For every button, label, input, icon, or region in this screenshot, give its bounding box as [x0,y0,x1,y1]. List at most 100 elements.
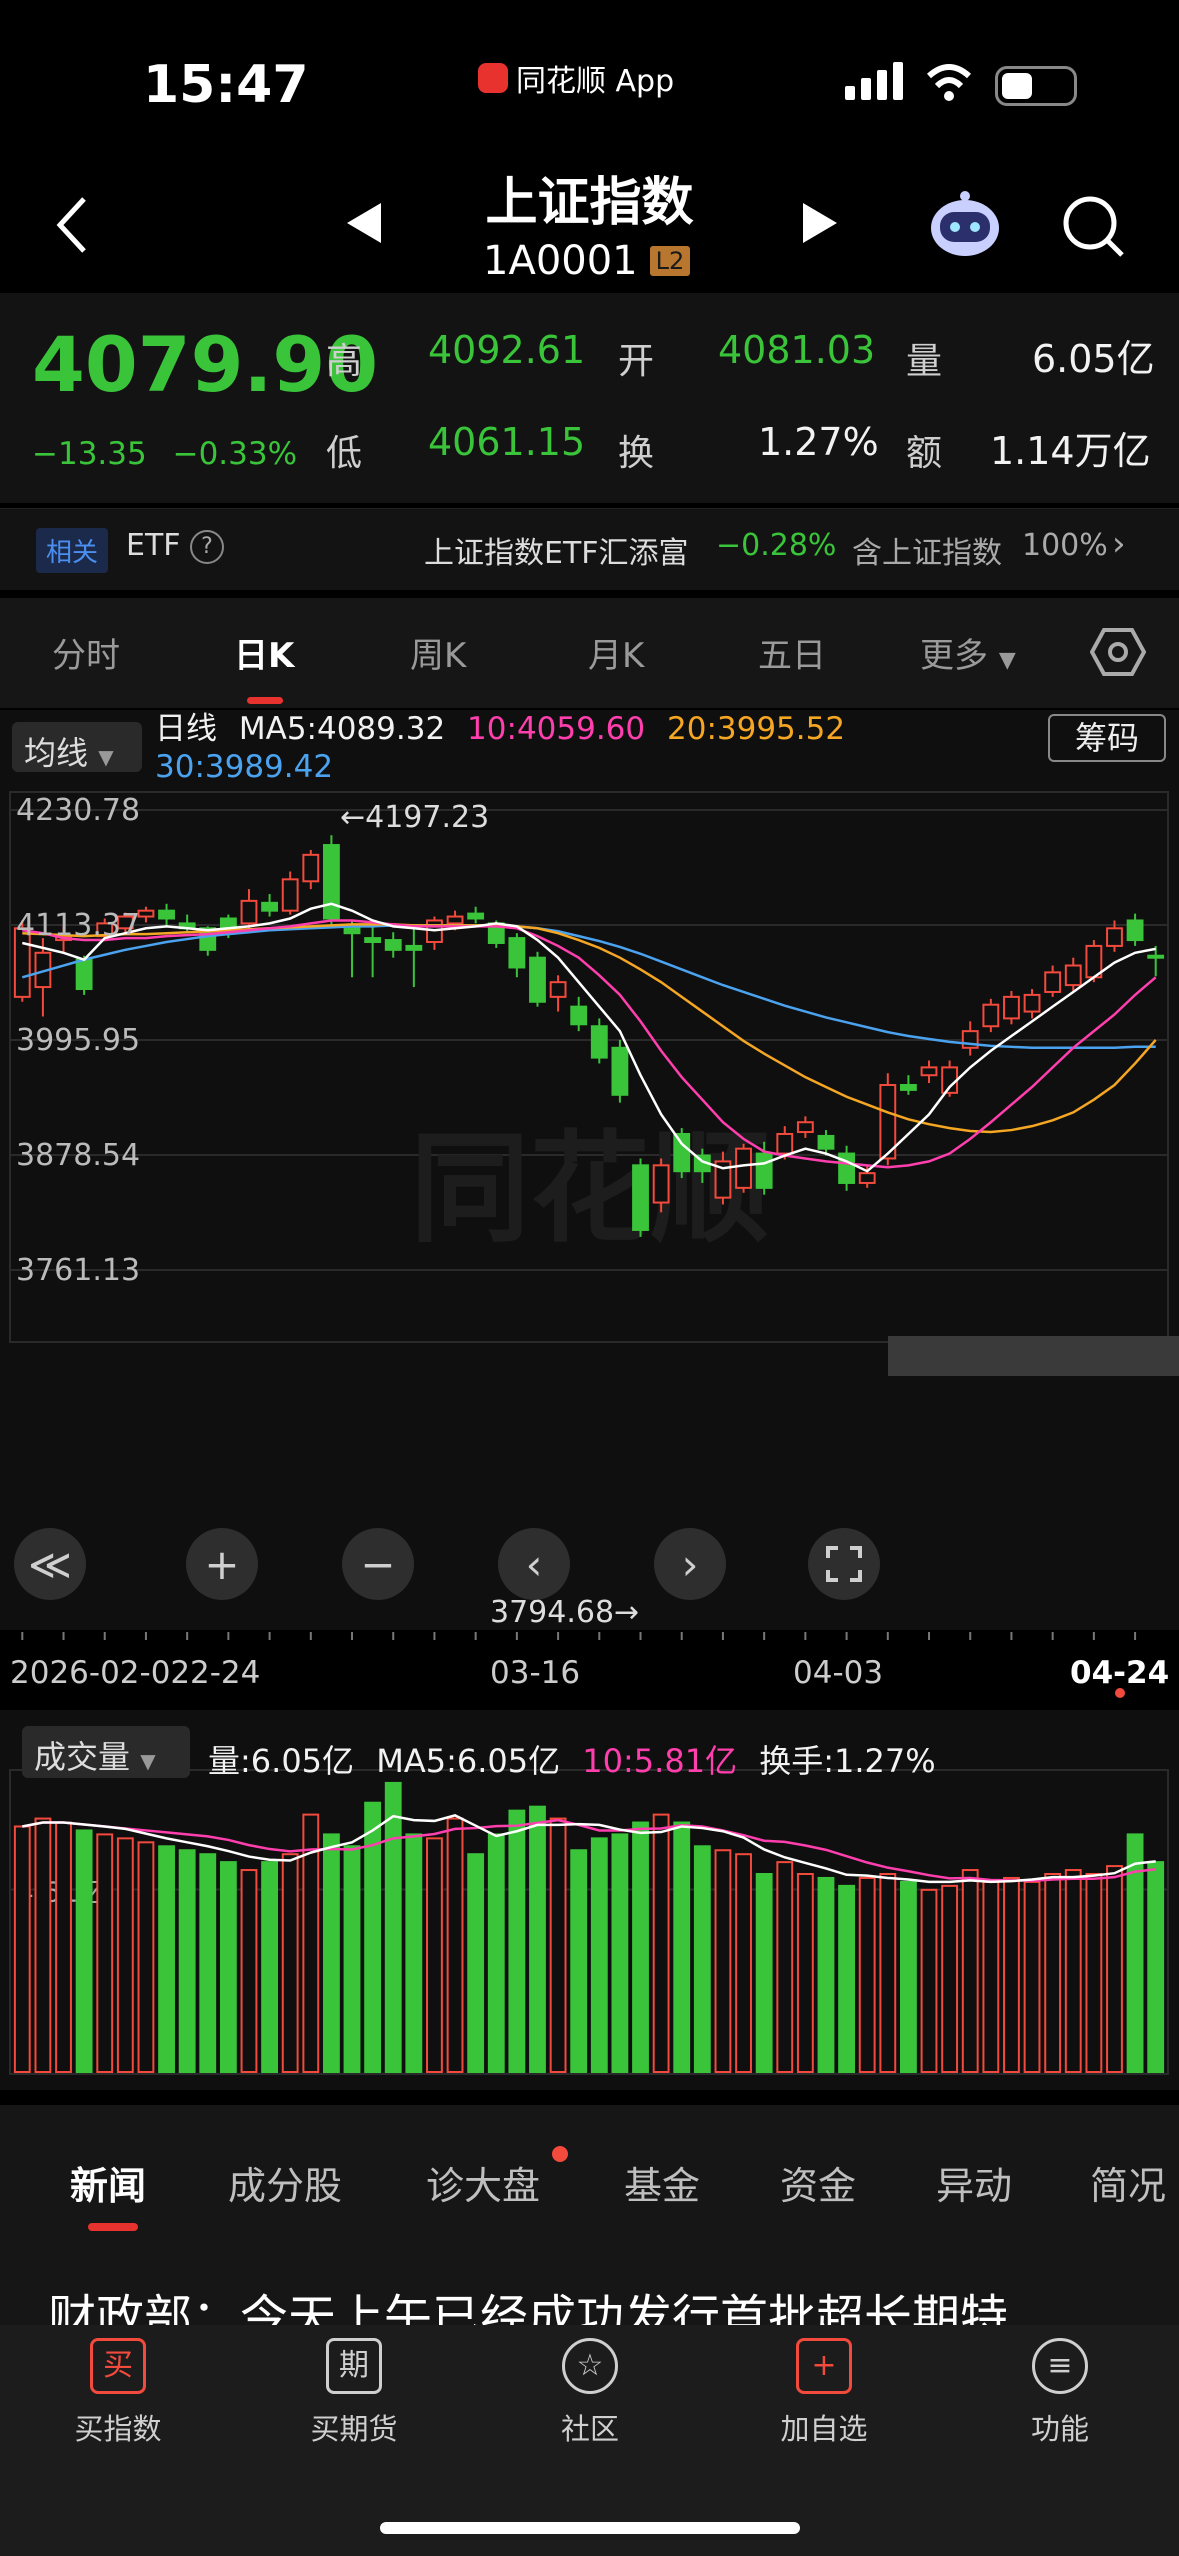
change-value: −13.35 [32,436,147,472]
tab-more[interactable]: 更多 ▼ [920,628,1016,677]
settings-hexagon-icon[interactable] [1090,627,1146,677]
volume-bar [1064,1869,1082,2074]
news-headline[interactable]: 财政部：今天上午已经成功发行首批超长期特 [48,2278,1179,2326]
volume-bar [611,1833,629,2074]
rewind-icon[interactable]: ≪ [14,1528,86,1600]
volume-bar [817,1876,835,2073]
volume-selector-label: 成交量 [34,1738,131,1776]
next-index-icon[interactable] [803,203,837,243]
volume-turnover: 换手:1.27% [759,1742,936,1780]
volume-bar [673,1821,691,2074]
volume-bar [838,1884,856,2073]
volume-bar [137,1841,155,2073]
candle-body [158,909,175,920]
nav-label: 买期货 [310,2412,398,2446]
y-axis-label: 3878.54 [16,1138,140,1173]
candle-body [632,1164,649,1231]
tab-weekly-k[interactable]: 周K [410,628,466,677]
tab-more-label: 更多 [920,636,988,676]
next-candle-icon[interactable]: › [654,1528,726,1600]
app-icon [478,63,508,93]
tab-daily-k[interactable]: 日K [234,628,294,677]
volume-bar [487,1833,505,2074]
app-badge[interactable]: 同花顺 App [478,56,674,100]
robot-assistant-icon[interactable] [928,190,1003,260]
volume-bar [776,1861,794,2073]
zoom-out-icon[interactable]: − [342,1528,414,1600]
low-label: 低 [326,433,363,474]
candle-body [281,878,299,912]
news-tab-diagnosis[interactable]: 诊大盘 [426,2155,540,2210]
candle-body [1064,964,1082,987]
volume-bar [446,1817,464,2074]
fullscreen-icon[interactable] [808,1528,880,1600]
candle-body [322,844,340,920]
low-value: 4061.15 [428,420,586,464]
volume-bar [693,1845,711,2074]
news-tab-movement[interactable]: 异动 [936,2155,1012,2210]
volume-bar [632,1821,649,2074]
search-icon[interactable] [1062,195,1126,259]
index-code: 1A0001 L2 [483,238,691,284]
candle-body [1044,971,1062,993]
news-tab-capital[interactable]: 资金 [780,2155,856,2210]
functions-icon: ≡ [1032,2338,1088,2394]
volume-bar [75,1829,93,2073]
candle-body [899,1084,917,1091]
y-axis-label: 4113.37 [16,908,140,943]
news-tab-news[interactable]: 新闻 [70,2155,146,2210]
volume-legend: 量:6.05亿 MA5:6.05亿 10:5.81亿 换手:1.27% [208,1736,936,1782]
volume-bar [508,1809,526,2073]
volume-bar [796,1873,814,2073]
volume-bar [1003,1876,1020,2073]
tab-intraday[interactable]: 分时 [52,628,120,677]
tab-monthly-k[interactable]: 月K [588,628,644,677]
volume-bar [405,1833,423,2074]
app-name: 同花顺 App [516,64,675,99]
zoom-in-icon[interactable]: + [186,1528,258,1600]
high-value: 4092.61 [428,328,586,372]
nav-functions[interactable]: ≡ 功能 [980,2338,1140,2448]
high-label: 高 [326,341,363,382]
candle-body [1023,993,1041,1013]
etf-name[interactable]: 上证指数ETF汇添富 [424,528,689,572]
kline-chart[interactable]: 同花顺 4230.784113.373995.953878.543761.13←… [0,710,1179,2090]
amount-label: 额 [906,433,943,474]
candle-body [838,1152,856,1184]
volume-label: 量 [906,341,943,382]
nav-community[interactable]: ☆ 社区 [510,2338,670,2448]
nav-add-watchlist[interactable]: + 加自选 [744,2338,904,2448]
tab-five-day[interactable]: 五日 [758,628,826,677]
nav-buy-futures[interactable]: 期 买期货 [274,2338,434,2448]
candle-body [549,981,567,998]
ma20-line [22,923,1157,1134]
help-icon[interactable]: ? [190,530,224,564]
volume-bar [590,1837,608,2073]
home-indicator[interactable] [380,2522,800,2534]
prev-candle-icon[interactable]: ‹ [498,1528,570,1600]
x-axis-label: 04-03 [793,1655,883,1691]
candle-body [302,853,320,883]
volume-bar [529,1805,546,2074]
volume-selector[interactable]: 成交量 ▼ [22,1726,190,1778]
turnover-label: 换 [618,433,655,474]
news-tab-funds[interactable]: 基金 [624,2155,700,2210]
battery-icon [995,66,1077,106]
change-percent: −0.33% [172,436,298,472]
holding-percent: 100% [1022,528,1108,563]
nav-buy-index[interactable]: 买 买指数 [38,2338,198,2448]
volume-value: 6.05亿 [1032,337,1155,381]
candle-body [75,958,93,991]
candle-body [529,956,546,1003]
expand-icon [826,1546,862,1582]
candle-body [261,901,279,912]
news-tab-components[interactable]: 成分股 [228,2155,342,2210]
price-band-marker [888,1336,1179,1376]
candle-body [384,939,402,951]
wifi-icon [926,64,972,101]
amount-value: 1.14万亿 [990,429,1151,473]
news-tab-profile[interactable]: 简况 [1090,2155,1166,2210]
chevron-right-icon[interactable]: › [1112,524,1126,564]
volume-bar [384,1781,402,2074]
tab-active-indicator [247,697,283,704]
